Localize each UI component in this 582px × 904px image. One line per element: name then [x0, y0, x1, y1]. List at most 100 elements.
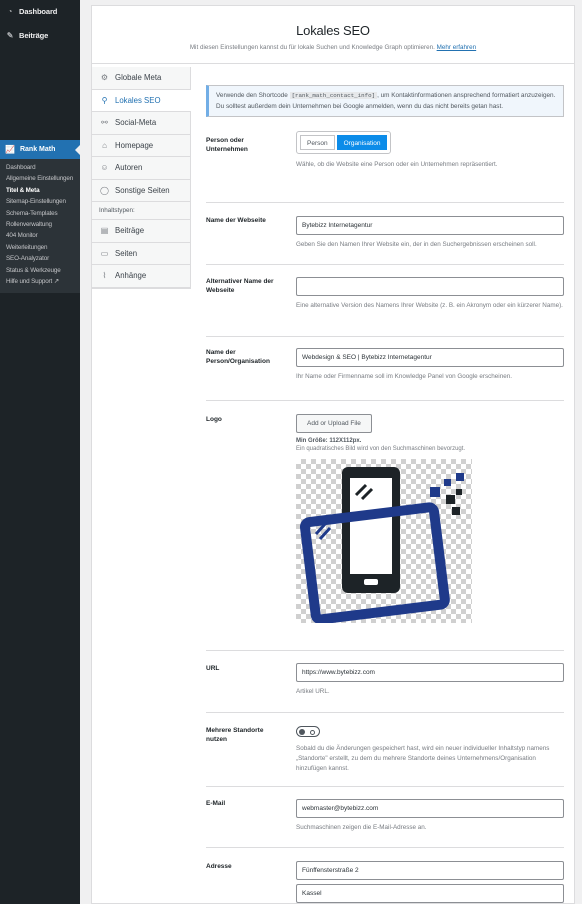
row-logo: Logo Add or Upload File Min Größe: 112X1…: [206, 401, 564, 652]
submenu-404-monitor[interactable]: 404 Monitor: [0, 230, 80, 241]
admin-sidebar: ◔ Dashboard ✎ Beiträge 📈 Rank Math Dashb…: [0, 0, 80, 904]
field-entity: Person Organisation Wähle, ob die Websit…: [296, 131, 564, 170]
label-address: Adresse: [206, 863, 232, 871]
row-url: URL https://www.bytebizz.com Artikel URL…: [206, 651, 564, 714]
site-name-input[interactable]: Bytebizz Internetagentur: [296, 216, 564, 236]
logo-pixel-1: [430, 487, 440, 498]
logo-min-size: Min Größe: 112X112px.: [296, 438, 362, 445]
field-email: webmaster@bytebizz.com Suchmaschinen zei…: [296, 799, 564, 833]
tab-pages[interactable]: ▭ Seiten: [92, 242, 190, 265]
tab-label: Anhänge: [115, 271, 147, 281]
field-locations: Sobald du die Änderungen gespeichert has…: [296, 726, 564, 774]
menu-label: Dashboard: [19, 6, 58, 16]
page-header: Lokales SEO Mit diesen Einstellungen kan…: [92, 6, 574, 64]
submenu-redirects[interactable]: Weiterleitungen: [0, 242, 80, 253]
address-city-input[interactable]: Kassel: [296, 884, 564, 904]
learn-more-link[interactable]: Mehr erfahren: [437, 44, 477, 51]
tab-local-seo[interactable]: ⚲ Lokales SEO: [92, 89, 191, 112]
row-email: E-Mail webmaster@bytebizz.com Suchmaschi…: [206, 787, 564, 849]
tab-social-meta[interactable]: ⚯ Social-Meta: [92, 112, 190, 135]
submenu-sitemap[interactable]: Sitemap-Einstellungen: [0, 196, 80, 207]
page-subtitle: Mit diesen Einstellungen kannst du für l…: [92, 44, 574, 51]
page-title: Lokales SEO: [296, 23, 370, 38]
logo-pixel-4: [446, 495, 455, 505]
post-icon: ▤: [100, 226, 109, 236]
submenu-dashboard[interactable]: Dashboard: [0, 162, 80, 173]
tab-attachments[interactable]: ⌇ Anhänge: [92, 265, 190, 288]
locations-desc: Sobald du die Änderungen gespeichert has…: [296, 745, 550, 773]
locations-toggle[interactable]: [296, 726, 320, 738]
shortcode: [rank_math_contact_info]: [289, 92, 378, 99]
shortcode-notice: Verwende den Shortcode [rank_math_contac…: [206, 85, 564, 118]
tab-posts[interactable]: ▤ Beiträge: [92, 220, 190, 243]
submenu-general-settings[interactable]: Allgemeine Einstellungen: [0, 173, 80, 184]
alt-name-input[interactable]: [296, 277, 564, 297]
menu-posts[interactable]: ✎ Beiträge: [0, 24, 80, 46]
users-icon: ☺: [100, 163, 109, 173]
row-entity: Person oder Unternehmen Person Organisat…: [206, 131, 564, 204]
share-icon: ⚯: [101, 118, 108, 128]
section-label: Inhaltstypen:: [99, 207, 135, 214]
option-person[interactable]: Person: [300, 135, 335, 151]
label-email: E-Mail: [206, 800, 226, 808]
notice-text-before: Verwende den Shortcode: [216, 92, 288, 99]
tab-label: Autoren: [115, 163, 143, 173]
tabs-section-heading: Inhaltstypen:: [92, 202, 190, 220]
settings-content: Verwende den Shortcode [rank_math_contac…: [206, 85, 564, 904]
url-input[interactable]: https://www.bytebizz.com: [296, 663, 564, 683]
tab-homepage[interactable]: ⌂ Homepage: [92, 134, 190, 157]
logo-pixel-5: [456, 489, 462, 496]
row-locations: Mehrere Standorte nutzen Sobald du die Ä…: [206, 713, 564, 788]
logo-image: [299, 467, 464, 625]
circle-icon: ◯: [100, 185, 109, 195]
gauge-icon: ◔: [7, 6, 13, 16]
tab-label: Homepage: [115, 140, 154, 150]
label-url: URL: [206, 665, 220, 673]
field-org-name: Webdesign & SEO | Bytebizz Internetagent…: [296, 348, 564, 382]
paperclip-icon: ⌇: [102, 271, 107, 281]
submenu-titles-meta[interactable]: Titel & Meta: [0, 185, 80, 196]
tab-misc-pages[interactable]: ◯ Sonstige Seiten: [92, 179, 190, 202]
tab-label: Seiten: [115, 248, 138, 258]
org-name-input[interactable]: Webdesign & SEO | Bytebizz Internetagent…: [296, 348, 564, 368]
settings-tabs: ⚙ Globale Meta ⚲ Lokales SEO ⚯ Social-Meta …: [92, 67, 191, 289]
logo-pixel-3: [456, 473, 464, 482]
field-logo: Add or Upload File Min Größe: 112X112px.…: [296, 414, 564, 625]
tab-label: Social-Meta: [115, 118, 157, 128]
address-street-input[interactable]: Fünffensterstraße 2: [296, 861, 564, 881]
tab-label: Beiträge: [115, 226, 145, 236]
rank-math-icon: 📈: [5, 145, 15, 154]
label-org-name: Name der Person/Organisation: [206, 349, 270, 365]
logo-phone-screen: [350, 478, 392, 575]
menu-dashboard[interactable]: ◔ Dashboard: [0, 0, 80, 22]
logo-pixel-2: [444, 479, 451, 487]
submenu-help[interactable]: Hilfe und Support ↗: [0, 276, 80, 287]
entity-desc: Wähle, ob die Website eine Person oder e…: [296, 161, 498, 169]
submenu-schema-templates[interactable]: Schema-Templates: [0, 208, 80, 219]
submenu-seo-analyzer[interactable]: SEO-Analyzator: [0, 253, 80, 264]
menu-rank-math[interactable]: 📈 Rank Math: [0, 140, 80, 159]
submenu-status-tools[interactable]: Status & Werkzeuge: [0, 265, 80, 276]
tab-authors[interactable]: ☺ Autoren: [92, 157, 190, 180]
row-org-name: Name der Person/Organisation Webdesign &…: [206, 337, 564, 402]
upload-logo-button[interactable]: Add or Upload File: [296, 414, 372, 434]
logo-pixel-6: [452, 507, 460, 516]
tab-label: Globale Meta: [115, 73, 162, 83]
subtitle-text: Mit diesen Einstellungen kannst du für l…: [189, 44, 435, 51]
field-url: https://www.bytebizz.com Artikel URL.: [296, 663, 564, 697]
tab-global-meta[interactable]: ⚙ Globale Meta: [92, 67, 190, 90]
row-site-name: Name der Webseite Bytebizz Internetagent…: [206, 203, 564, 266]
menu-label: Beiträge: [19, 30, 49, 40]
email-input[interactable]: webmaster@bytebizz.com: [296, 799, 564, 819]
option-organisation[interactable]: Organisation: [336, 135, 388, 151]
label-entity: Person oder Unternehmen: [206, 137, 248, 153]
row-alt-name: Alternativer Name der Webseite Eine alte…: [206, 265, 564, 338]
submenu-roles[interactable]: Rollenverwaltung: [0, 219, 80, 230]
label-site-name: Name der Webseite: [206, 217, 266, 225]
label-locations: Mehrere Standorte nutzen: [206, 727, 264, 743]
home-icon: ⌂: [102, 140, 107, 150]
entity-toggle: Person Organisation: [296, 131, 392, 155]
site-name-desc: Geben Sie den Namen Ihrer Website ein, d…: [296, 241, 537, 249]
page-icon: ▭: [100, 248, 109, 258]
map-pin-icon: ⚲: [101, 95, 108, 105]
